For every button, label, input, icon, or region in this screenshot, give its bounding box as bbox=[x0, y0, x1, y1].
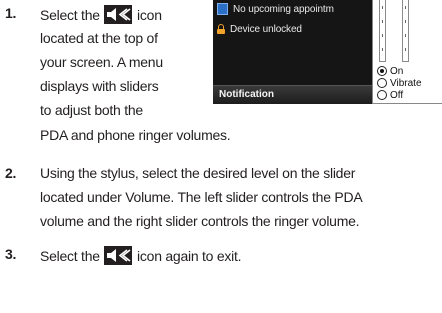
ringer-volume-slider[interactable] bbox=[402, 0, 409, 62]
radio-icon bbox=[377, 78, 387, 88]
notification-row: No upcoming appointm bbox=[217, 2, 334, 16]
step-text-line: Using the stylus, select the desired lev… bbox=[40, 165, 356, 181]
pda-volume-slider[interactable] bbox=[379, 0, 386, 62]
step-number: 1. bbox=[5, 5, 17, 21]
step-number: 2. bbox=[5, 165, 17, 181]
radio-icon bbox=[377, 90, 387, 100]
step-text-line: Select the icon again to exit. bbox=[40, 246, 242, 265]
step-text-line: to adjust both the bbox=[40, 102, 143, 118]
radio-selected-icon bbox=[377, 66, 387, 76]
device-screenshot: No upcoming appointm Device unlocked Not… bbox=[213, 0, 442, 104]
step-number: 3. bbox=[5, 246, 17, 262]
volume-menu: On Vibrate Off bbox=[372, 0, 442, 104]
ringer-option-off[interactable]: Off bbox=[377, 89, 403, 101]
speaker-volume-icon bbox=[104, 5, 133, 24]
step-text-line: located under Volume. The left slider co… bbox=[40, 189, 363, 205]
speaker-volume-icon bbox=[104, 246, 133, 265]
ringer-option-on[interactable]: On bbox=[377, 65, 403, 77]
step-text-line: Select the icon bbox=[40, 5, 162, 24]
step-text-line: displays with sliders bbox=[40, 78, 159, 94]
step-text-line: your screen. A menu bbox=[40, 54, 163, 70]
step-text-line: located at the top of bbox=[40, 30, 158, 46]
notification-row: Device unlocked bbox=[217, 22, 302, 36]
calendar-icon bbox=[217, 3, 228, 15]
step-text-line: volume and the right slider controls the… bbox=[40, 213, 360, 229]
notification-label: Notification bbox=[219, 89, 274, 100]
unlocked-padlock-icon bbox=[217, 24, 225, 34]
step-text-line: PDA and phone ringer volumes. bbox=[40, 127, 231, 143]
ringer-option-vibrate[interactable]: Vibrate bbox=[377, 77, 422, 89]
